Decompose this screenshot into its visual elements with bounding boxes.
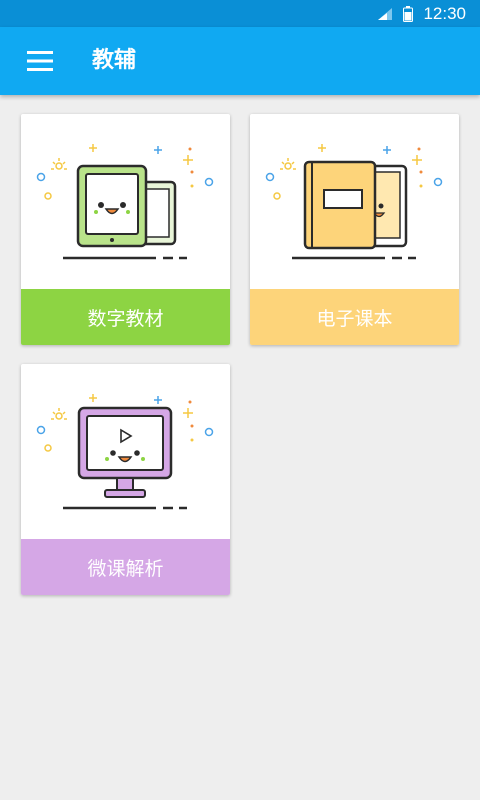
card-e-textbook[interactable]: 电子课本 [250,114,459,345]
menu-icon [27,51,53,71]
tablet-icon [36,144,214,260]
status-time: 12:30 [423,3,466,23]
card-illustration [250,114,459,289]
book-icon [265,144,443,260]
app-bar: 教辅 [0,27,480,95]
battery-icon [403,5,414,22]
card-label: 微课解析 [21,539,230,595]
card-micro-lesson[interactable]: 微课解析 [21,364,230,595]
status-bar: 12:30 [0,0,480,27]
card-illustration [21,364,230,539]
page-title: 教辅 [92,48,137,73]
card-digital-textbook[interactable]: 数字教材 [21,114,230,345]
card-label: 数字教材 [21,289,230,345]
card-label: 电子课本 [250,289,459,345]
status-icons: 12:30 [377,0,466,27]
monitor-play-icon [36,394,214,510]
card-illustration [21,114,230,289]
signal-icon [378,7,393,20]
menu-button[interactable] [14,39,66,83]
